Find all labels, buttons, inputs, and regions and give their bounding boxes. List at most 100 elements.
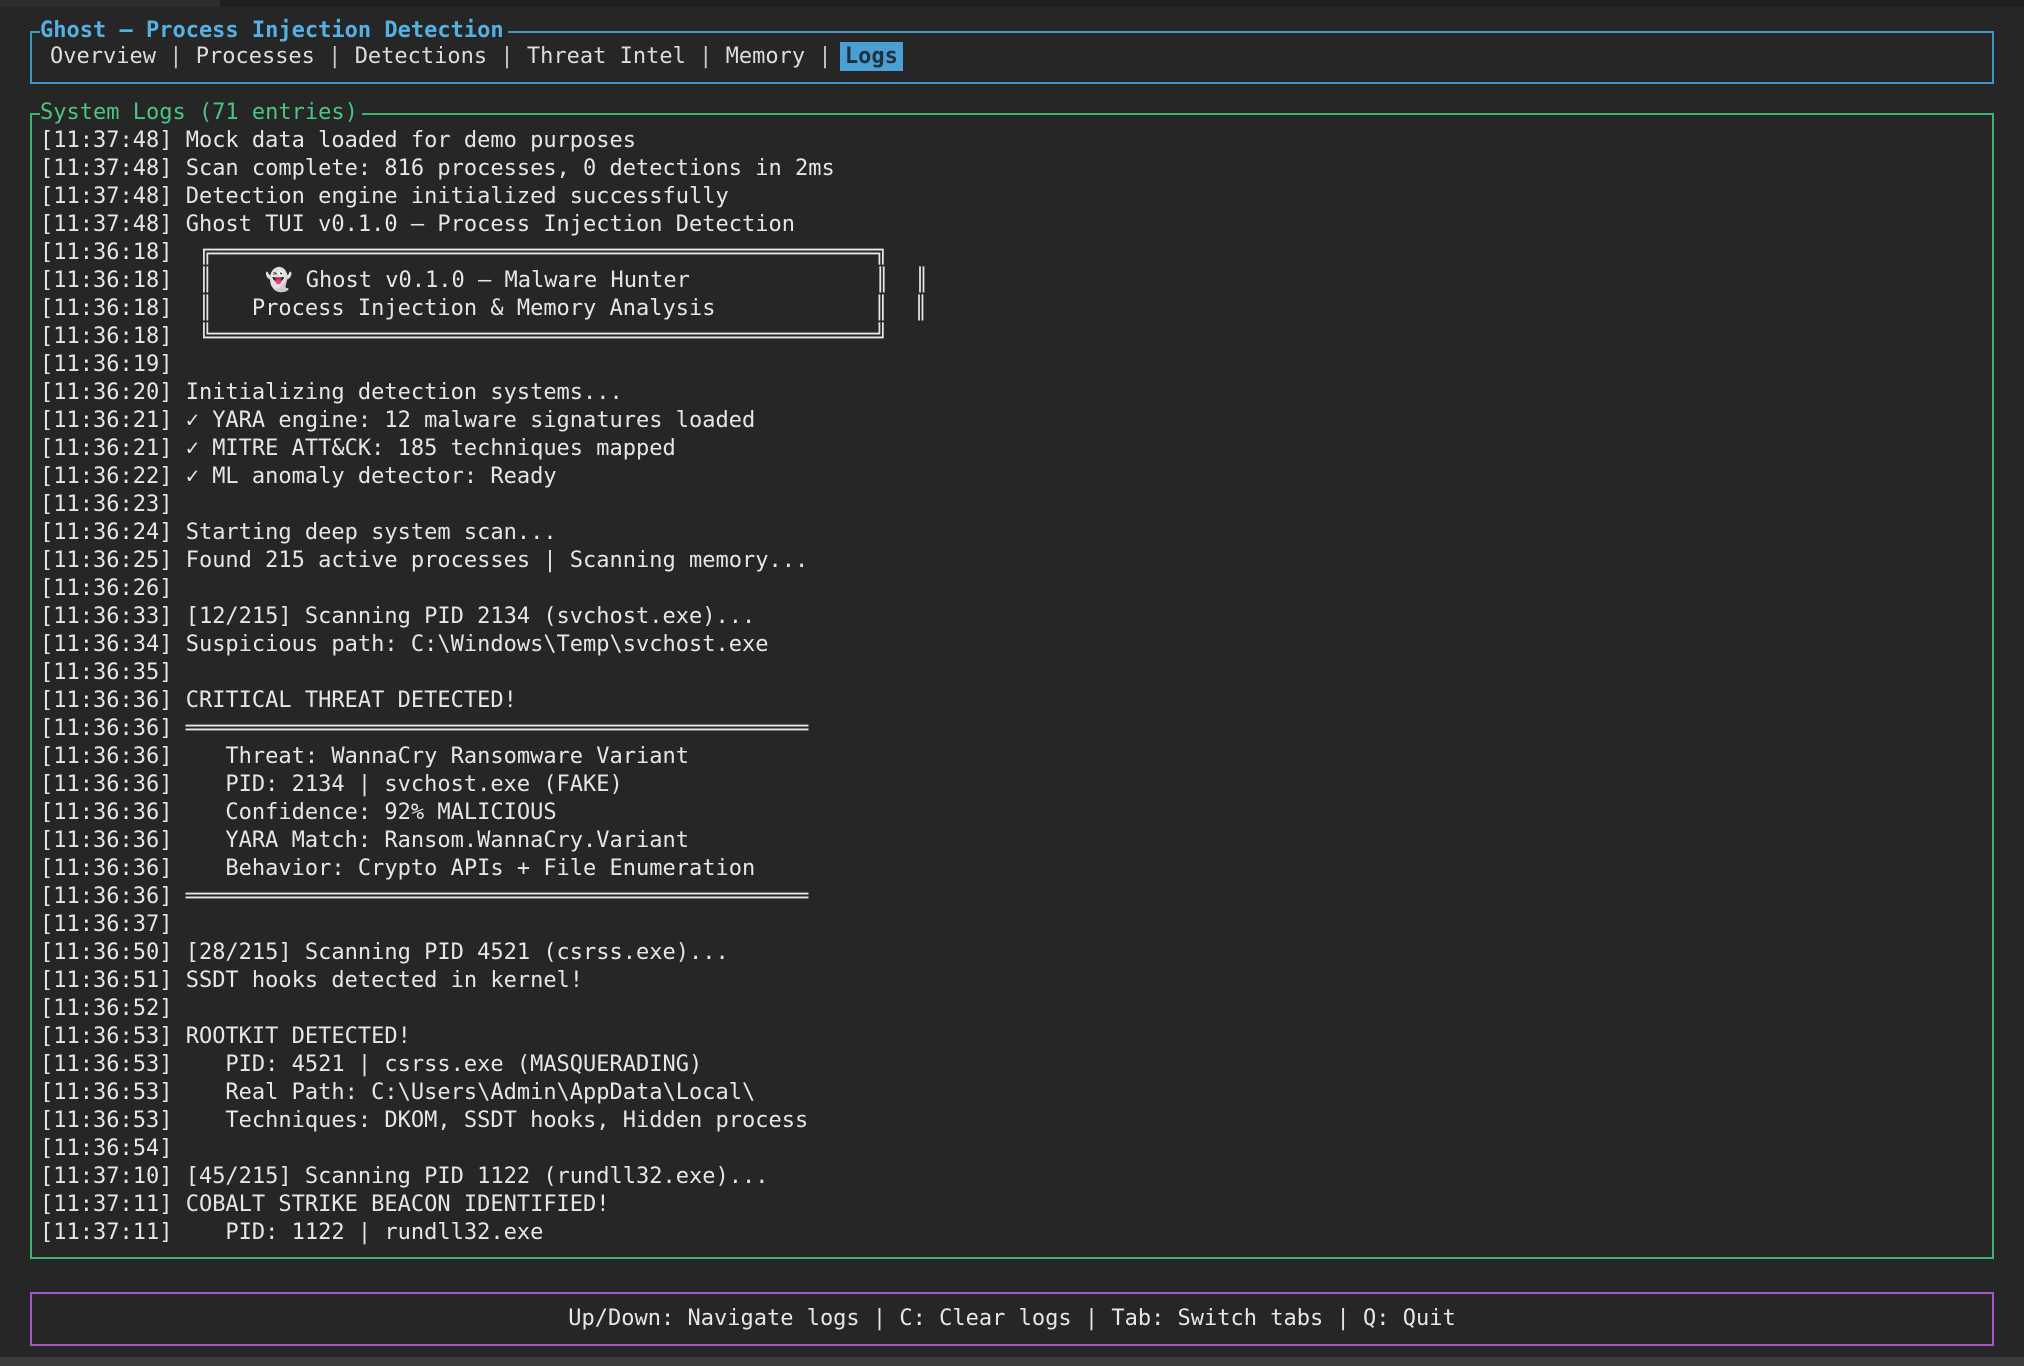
tab-bar-panel: Ghost — Process Injection Detection Over… [30,31,1994,84]
tab-memory[interactable]: Memory [721,42,810,71]
log-entry: [11:36:19] [40,351,1984,379]
log-entry: [11:36:37] [40,911,1984,939]
log-entry: [11:36:36] CRITICAL THREAT DETECTED! [40,687,1984,715]
log-entry: [11:36:21] ✓ MITRE ATT&CK: 185 technique… [40,435,1984,463]
log-timestamp: [11:36:36] [40,856,172,881]
log-message: Techniques: DKOM, SSDT hooks, Hidden pro… [172,1108,808,1133]
keybind-hints: Up/Down: Navigate logs | C: Clear logs |… [32,1294,1992,1343]
log-entry: [11:36:50] [28/215] Scanning PID 4521 (c… [40,939,1984,967]
log-entry: [11:37:11] PID: 1122 | rundll32.exe [40,1219,1984,1247]
log-message: Suspicious path: C:\Windows\Temp\svchost… [172,632,768,657]
log-entry: [11:36:18] ╔════════════════════════════… [40,239,1984,267]
log-message: ROOTKIT DETECTED! [172,1024,410,1049]
log-entry: [11:37:48] Detection engine initialized … [40,183,1984,211]
log-timestamp: [11:37:11] [40,1192,172,1217]
log-timestamp: [11:36:36] [40,688,172,713]
log-message: Confidence: 92% MALICIOUS [172,800,556,825]
log-timestamp: [11:36:35] [40,660,172,685]
log-entry: [11:36:36] ═════════════════════════════… [40,715,1984,743]
log-entry: [11:36:21] ✓ YARA engine: 12 malware sig… [40,407,1984,435]
log-timestamp: [11:37:11] [40,1220,172,1245]
log-timestamp: [11:36:26] [40,576,172,601]
tab-processes[interactable]: Processes [191,42,320,71]
log-entry: [11:36:51] SSDT hooks detected in kernel… [40,967,1984,995]
log-entry: [11:36:52] [40,995,1984,1023]
log-entry: [11:36:53] Real Path: C:\Users\Admin\App… [40,1079,1984,1107]
log-timestamp: [11:36:52] [40,996,172,1021]
log-entry: [11:36:35] [40,659,1984,687]
log-message: Mock data loaded for demo purposes [172,128,636,153]
log-timestamp: [11:36:22] [40,464,172,489]
log-entry: [11:36:53] PID: 4521 | csrss.exe (MASQUE… [40,1051,1984,1079]
log-message: [28/215] Scanning PID 4521 (csrss.exe)..… [172,940,728,965]
log-message: Scan complete: 816 processes, 0 detectio… [172,156,834,181]
log-message: ════════════════════════════════════════… [172,884,808,909]
log-message: ════════════════════════════════════════… [172,716,808,741]
window-bottom-edge [0,1357,2024,1366]
log-message: Found 215 active processes | Scanning me… [172,548,808,573]
tab-overview[interactable]: Overview [45,42,161,71]
log-timestamp: [11:36:36] [40,828,172,853]
log-entry: [11:36:36] YARA Match: Ransom.WannaCry.V… [40,827,1984,855]
tab-threat-intel[interactable]: Threat Intel [522,42,691,71]
log-entry: [11:36:53] Techniques: DKOM, SSDT hooks,… [40,1107,1984,1135]
log-message: ╚═══════════════════════════════════════… [172,324,887,349]
log-entry: [11:37:10] [45/215] Scanning PID 1122 (r… [40,1163,1984,1191]
log-entry: [11:36:36] Behavior: Crypto APIs + File … [40,855,1984,883]
log-timestamp: [11:36:20] [40,380,172,405]
log-timestamp: [11:36:18] [40,268,172,293]
log-message: ✓ MITRE ATT&CK: 185 techniques mapped [172,436,675,461]
log-message: PID: 4521 | csrss.exe (MASQUERADING) [172,1052,702,1077]
log-timestamp: [11:36:53] [40,1080,172,1105]
tab-separator: | [315,44,355,69]
log-entry: [11:37:48] Mock data loaded for demo pur… [40,127,1984,155]
log-message: ║ 👻 Ghost v0.1.0 — Malware Hunter ║ ║ [172,268,928,293]
log-timestamp: [11:36:54] [40,1136,172,1161]
tab-logs[interactable]: Logs [840,42,903,71]
tab-separator: | [805,44,845,69]
log-message: SSDT hooks detected in kernel! [172,968,583,993]
log-entry: [11:36:18] ║ 👻 Ghost v0.1.0 — Malware Hu… [40,267,1984,295]
log-timestamp: [11:36:18] [40,296,172,321]
log-entry: [11:36:18] ╚════════════════════════════… [40,323,1984,351]
log-message: COBALT STRIKE BEACON IDENTIFIED! [172,1192,609,1217]
log-timestamp: [11:36:24] [40,520,172,545]
log-timestamp: [11:36:25] [40,548,172,573]
log-timestamp: [11:36:36] [40,744,172,769]
log-timestamp: [11:36:36] [40,716,172,741]
log-timestamp: [11:36:50] [40,940,172,965]
log-timestamp: [11:37:48] [40,156,172,181]
tab-detections[interactable]: Detections [350,42,492,71]
log-message: ║ Process Injection & Memory Analysis ║ … [172,296,927,321]
log-entry: [11:36:23] [40,491,1984,519]
log-message: PID: 2134 | svchost.exe (FAKE) [172,772,622,797]
log-entry: [11:36:36] PID: 2134 | svchost.exe (FAKE… [40,771,1984,799]
log-entry: [11:37:48] Ghost TUI v0.1.0 — Process In… [40,211,1984,239]
log-entry: [11:36:18] ║ Process Injection & Memory … [40,295,1984,323]
log-message: YARA Match: Ransom.WannaCry.Variant [172,828,689,853]
window-title: Ghost — Process Injection Detection [40,18,508,44]
log-timestamp: [11:36:36] [40,800,172,825]
log-message: ╔═══════════════════════════════════════… [172,240,887,265]
log-message: CRITICAL THREAT DETECTED! [172,688,516,713]
window-top-notch [220,0,2024,7]
log-message: PID: 1122 | rundll32.exe [172,1220,543,1245]
log-entry: [11:37:48] Scan complete: 816 processes,… [40,155,1984,183]
log-entry: [11:36:36] Threat: WannaCry Ransomware V… [40,743,1984,771]
log-message: ✓ YARA engine: 12 malware signatures loa… [172,408,755,433]
log-message: ✓ ML anomaly detector: Ready [172,464,556,489]
log-message: Real Path: C:\Users\Admin\AppData\Local\ [172,1080,755,1105]
log-entry: [11:36:54] [40,1135,1984,1163]
log-lines: [11:37:48] Mock data loaded for demo pur… [40,127,1984,1253]
tab-separator: | [487,44,527,69]
log-timestamp: [11:36:34] [40,632,172,657]
log-timestamp: [11:36:21] [40,408,172,433]
logs-panel-title: System Logs (71 entries) [40,100,362,126]
log-entry: [11:36:26] [40,575,1984,603]
log-timestamp: [11:36:33] [40,604,172,629]
log-timestamp: [11:37:48] [40,212,172,237]
tab-separator: | [686,44,726,69]
log-timestamp: [11:36:37] [40,912,172,937]
log-entry: [11:36:33] [12/215] Scanning PID 2134 (s… [40,603,1984,631]
log-message: [45/215] Scanning PID 1122 (rundll32.exe… [172,1164,768,1189]
